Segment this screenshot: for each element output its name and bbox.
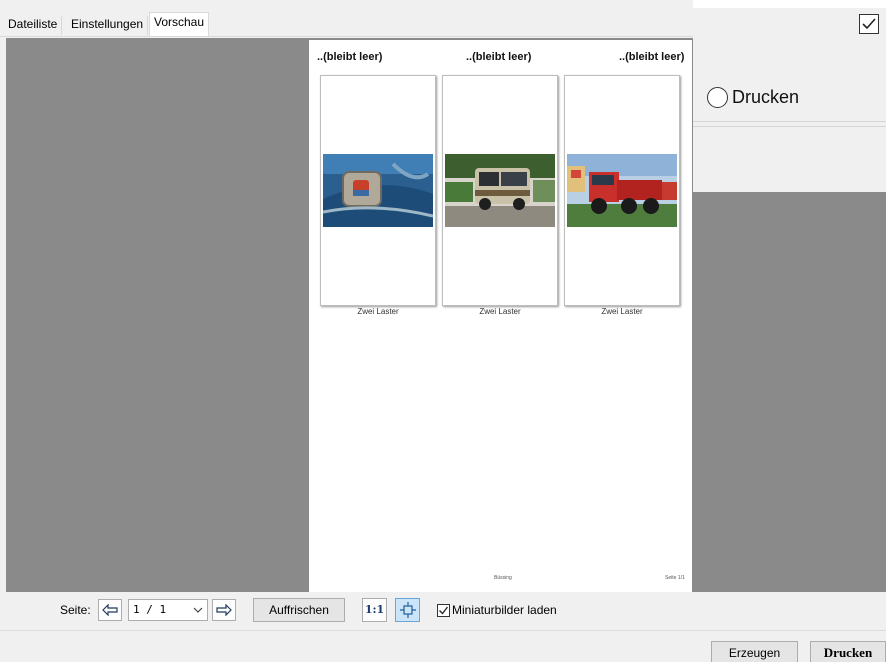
photo-caption: Zwei Laster	[357, 307, 399, 316]
checkmark-icon	[862, 18, 876, 30]
red-truck-photo	[567, 154, 677, 227]
photo-frame	[564, 75, 680, 306]
right-panel-strip	[693, 0, 886, 8]
tab-dateiliste[interactable]: Dateiliste	[4, 16, 63, 35]
page-label: Seite:	[60, 603, 91, 617]
page-footer-right: Seite 1/1	[665, 575, 685, 581]
fit-page-button[interactable]	[395, 598, 420, 622]
radio-circle-icon[interactable]	[707, 86, 728, 108]
page-select[interactable]: 1 / 1	[128, 599, 208, 621]
column-title: ..(bleibt leer)	[619, 51, 685, 63]
refresh-button[interactable]: Auffrischen	[253, 598, 345, 622]
page-footer-left: Büssing	[494, 575, 512, 581]
column-title: ..(bleibt leer)	[466, 51, 532, 63]
photo-frame	[442, 75, 558, 306]
tab-divider	[0, 36, 693, 37]
right-panel-gray-area	[693, 192, 886, 592]
zoom-1to1-button[interactable]: 1:1	[362, 598, 387, 622]
arrow-right-icon	[216, 604, 232, 616]
prev-page-button[interactable]	[98, 599, 122, 621]
arrow-left-icon	[102, 604, 118, 616]
next-page-button[interactable]	[212, 599, 236, 621]
fit-page-icon	[400, 602, 416, 618]
photo-caption: Zwei Laster	[601, 307, 643, 316]
checkmark-icon	[439, 606, 449, 615]
option-checkbox[interactable]	[859, 14, 879, 34]
page-select-value: 1 / 1	[133, 603, 167, 616]
column-title: ..(bleibt leer)	[317, 51, 383, 63]
tab-bar: Dateiliste Einstellungen Vorschau	[0, 0, 693, 37]
radio-drucken[interactable]: Drucken	[707, 85, 799, 109]
preview-page: ..(bleibt leer) ..(bleibt leer) ..(bleib…	[309, 40, 692, 592]
bus-photo	[445, 154, 555, 227]
photo-frame	[320, 75, 436, 306]
thumbnails-label[interactable]: Miniaturbilder laden	[452, 603, 557, 617]
thumbnails-checkbox[interactable]	[437, 604, 450, 617]
tab-vorschau[interactable]: Vorschau	[149, 12, 210, 37]
divider	[693, 121, 886, 122]
photo-caption: Zwei Laster	[479, 307, 521, 316]
tab-einstellungen[interactable]: Einstellungen	[67, 16, 149, 35]
radio-drucken-label: Drucken	[732, 86, 800, 107]
car-emblem-photo	[323, 154, 433, 227]
print-button[interactable]: Drucken	[810, 641, 886, 662]
generate-button[interactable]: Erzeugen	[711, 641, 798, 662]
divider	[693, 126, 886, 127]
chevron-down-icon	[193, 607, 203, 613]
